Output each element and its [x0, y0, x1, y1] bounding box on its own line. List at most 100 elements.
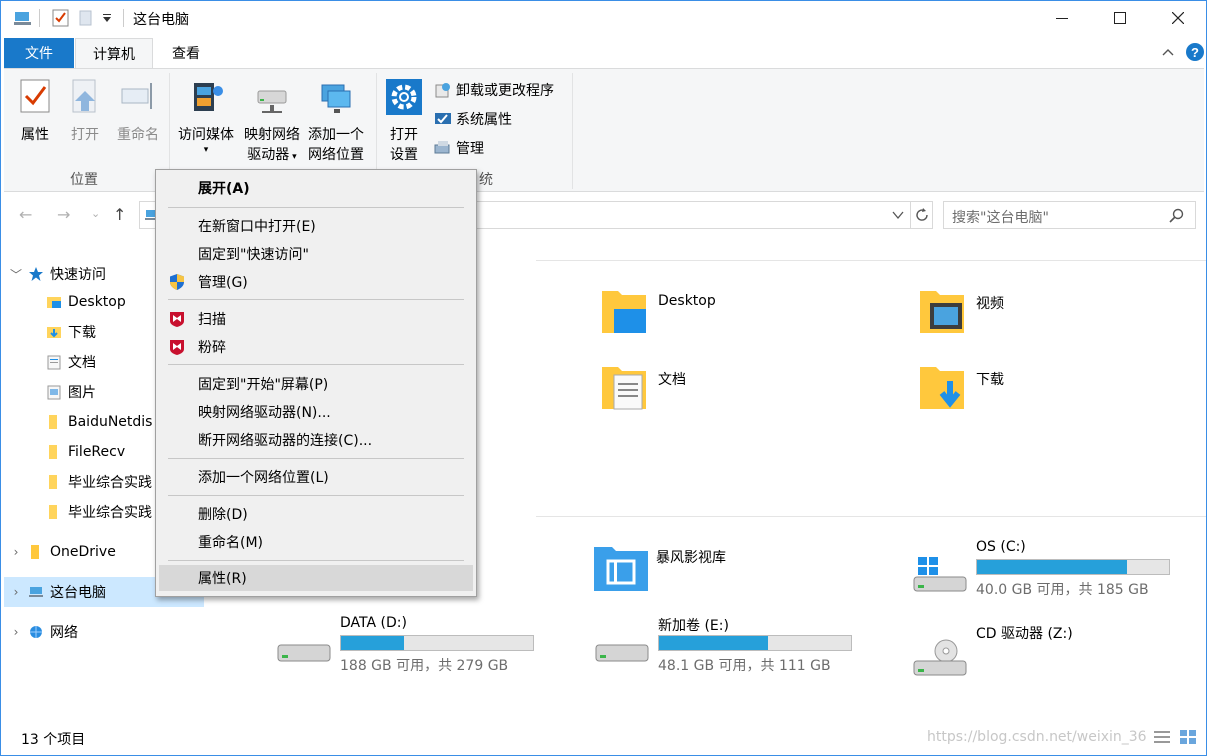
folder-icon: [49, 415, 57, 429]
menu-separator: [168, 560, 464, 561]
nav-item-label: FileRecv: [68, 444, 126, 460]
menu-item-label: 添加一个网络位置(L): [198, 470, 329, 486]
address-dropdown-icon[interactable]: [892, 210, 904, 220]
collapsed-chevron-icon[interactable]: ›: [4, 585, 28, 599]
tab-file[interactable]: 文件: [4, 38, 74, 68]
menu-item-add-network-location[interactable]: 添加一个网络位置(L): [159, 464, 473, 490]
rename-label: 重命名: [117, 127, 159, 143]
add-network-location-button[interactable]: 添加一个 网络位置: [304, 77, 368, 165]
up-arrow-icon[interactable]: ↑: [113, 205, 126, 224]
tab-computer[interactable]: 计算机: [75, 38, 153, 68]
network-icon: [30, 626, 42, 638]
nav-item-label: 下载: [68, 325, 96, 341]
context-menu: 展开(A) 在新窗口中打开(E) 固定到"快速访问" 管理(G) 扫描 粉碎 固…: [155, 169, 477, 597]
system-properties-icon: [435, 113, 451, 124]
maximize-button[interactable]: [1091, 1, 1149, 35]
customize-qa-dropdown-icon[interactable]: [101, 8, 113, 28]
menu-separator: [168, 364, 464, 365]
explorer-window: 这台电脑 文件 计算机 查看 ? 属性 打开 重命名 位置 访问媒体 ▾ 映射网…: [0, 0, 1207, 756]
window-title: 这台电脑: [133, 12, 189, 28]
drive-z[interactable]: CD 驱动器 (Z:): [912, 623, 1206, 687]
drive-usage-bar: [340, 635, 534, 651]
settings-gear-icon: [386, 79, 422, 115]
menu-item-expand[interactable]: 展开(A): [159, 175, 473, 201]
recent-locations-chevron-icon[interactable]: ⌄: [91, 207, 100, 220]
uninstall-program-button[interactable]: 卸载或更改程序: [434, 79, 554, 101]
drive-c[interactable]: OS (C:) 40.0 GB 可用，共 185 GB: [912, 539, 1206, 603]
open-settings-label-2: 设置: [390, 147, 418, 163]
open-settings-label-1: 打开: [390, 127, 418, 143]
rename-button[interactable]: 重命名: [110, 77, 166, 145]
collapsed-chevron-icon[interactable]: ›: [4, 545, 28, 559]
menu-item-label: 扫描: [198, 312, 226, 328]
open-settings-button[interactable]: 打开 设置: [382, 77, 426, 165]
computer-icon: [29, 587, 43, 597]
network-location-icon: [321, 84, 351, 113]
nav-item-label: 文档: [68, 355, 96, 371]
menu-item-label: 重命名(M): [198, 535, 264, 551]
menu-item-rename[interactable]: 重命名(M): [159, 529, 473, 555]
collapse-ribbon-icon[interactable]: [1161, 45, 1175, 59]
folder-documents[interactable]: 文档: [598, 359, 686, 415]
access-media-button[interactable]: 访问媒体 ▾: [174, 77, 238, 155]
section-divider: [536, 516, 1206, 517]
menu-item-manage[interactable]: 管理(G): [159, 269, 473, 295]
hard-drive-icon: [277, 644, 331, 662]
expanded-chevron-icon[interactable]: ﹀: [4, 266, 28, 283]
drive-e[interactable]: 新加卷 (E:) 48.1 GB 可用，共 111 GB: [594, 615, 894, 679]
menu-item-pin-quick-access[interactable]: 固定到"快速访问": [159, 241, 473, 267]
drive-usage-fill: [341, 636, 405, 650]
drive-baofeng[interactable]: 暴风影视库: [592, 539, 892, 603]
refresh-icon[interactable]: [914, 207, 930, 223]
menu-item-delete[interactable]: 删除(D): [159, 501, 473, 527]
onedrive-folder-icon: [31, 545, 39, 559]
system-group-label: 统: [479, 172, 493, 188]
forward-arrow-icon[interactable]: →: [57, 205, 70, 224]
open-button[interactable]: 打开: [64, 77, 106, 145]
uac-shield-icon: [170, 274, 184, 290]
videos-folder-icon: [920, 291, 964, 333]
search-input[interactable]: 搜索"这台电脑": [943, 201, 1196, 229]
open-label: 打开: [71, 127, 99, 143]
nav-network[interactable]: › 网络: [4, 617, 204, 647]
search-icon[interactable]: [1169, 208, 1185, 224]
back-arrow-icon[interactable]: ←: [19, 205, 32, 224]
details-view-icon[interactable]: [1153, 729, 1171, 745]
drive-free-space: 188 GB 可用，共 279 GB: [340, 658, 509, 674]
open-icon: [72, 79, 96, 113]
folder-icon: [49, 475, 57, 489]
menu-item-disconnect-network-drive[interactable]: 断开网络驱动器的连接(C)...: [159, 427, 473, 453]
nav-item-label: 毕业综合实践: [68, 505, 152, 521]
properties-button[interactable]: 属性: [14, 77, 56, 145]
new-folder-qa-icon[interactable]: [77, 8, 95, 28]
minimize-button[interactable]: [1033, 1, 1091, 35]
large-icons-view-icon[interactable]: [1179, 729, 1197, 745]
menu-item-open-new-window[interactable]: 在新窗口中打开(E): [159, 213, 473, 239]
folder-videos[interactable]: 视频: [916, 283, 1004, 339]
system-properties-button[interactable]: 系统属性: [434, 108, 512, 130]
menu-item-properties[interactable]: 属性(R): [159, 565, 473, 591]
properties-qa-icon[interactable]: [51, 8, 71, 28]
folder-downloads[interactable]: 下载: [916, 359, 1004, 415]
drive-d[interactable]: DATA (D:) 188 GB 可用，共 279 GB: [276, 615, 576, 679]
menu-separator: [168, 299, 464, 300]
network-drive-icon: [257, 90, 287, 113]
downloads-folder-icon: [920, 367, 964, 409]
close-icon: [1172, 12, 1184, 24]
nav-onedrive-label: OneDrive: [50, 544, 116, 560]
map-network-drive-button[interactable]: 映射网络 驱动器 ▾: [240, 77, 304, 167]
menu-item-shred[interactable]: 粉碎: [159, 334, 473, 360]
tab-view[interactable]: 查看: [155, 38, 217, 68]
nav-item-label: Desktop: [68, 294, 126, 310]
drive-name: CD 驱动器 (Z:): [976, 626, 1073, 642]
collapsed-chevron-icon[interactable]: ›: [4, 625, 28, 639]
title-bar: 这台电脑: [1, 1, 1206, 35]
close-button[interactable]: [1149, 1, 1206, 35]
menu-item-pin-start[interactable]: 固定到"开始"屏幕(P): [159, 371, 473, 397]
menu-item-map-network-drive[interactable]: 映射网络驱动器(N)...: [159, 399, 473, 425]
help-icon[interactable]: ?: [1185, 42, 1205, 62]
drive-usage-fill: [977, 560, 1127, 574]
folder-desktop[interactable]: Desktop: [598, 283, 716, 339]
manage-button[interactable]: 管理: [434, 137, 484, 159]
menu-item-scan[interactable]: 扫描: [159, 306, 473, 332]
